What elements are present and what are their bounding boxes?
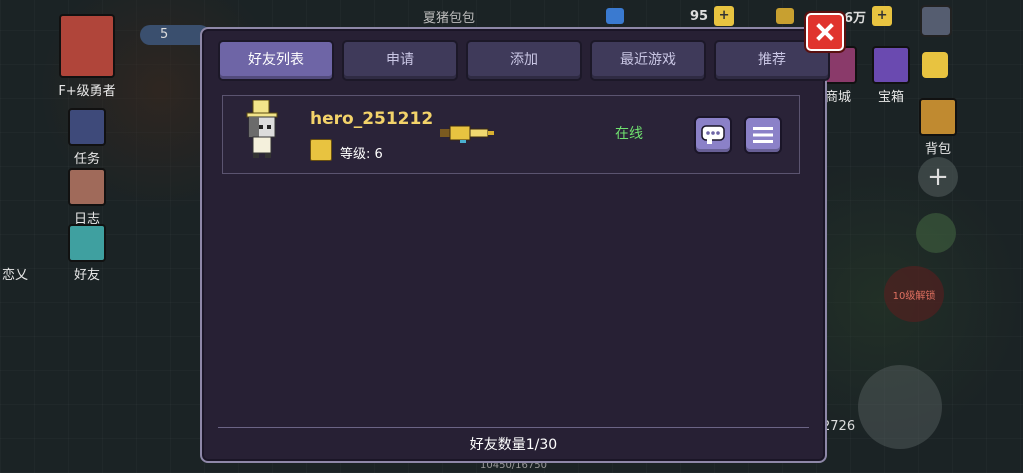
unlock-slot[interactable]: 10级解锁 xyxy=(884,266,944,322)
sidebar-label: F+级勇者 xyxy=(58,84,116,99)
sidebar-item-quest[interactable]: 任务 xyxy=(57,108,117,167)
arrow-right-icon[interactable] xyxy=(922,52,948,78)
knight-top-hat-avatar xyxy=(246,100,278,158)
sidebar-label: 商城 xyxy=(824,90,851,105)
sidebar-label: 恋乂 xyxy=(1,268,28,283)
tab-recent-games[interactable]: 最近游戏 xyxy=(590,40,706,81)
sidebar-item-hero[interactable]: F+级勇者 xyxy=(57,14,117,99)
close-icon xyxy=(816,23,834,41)
add-icon[interactable]: + xyxy=(918,157,958,197)
unlock-label: 10级解锁 xyxy=(892,290,936,302)
friends-tabs: 好友列表 申请 添加 最近游戏 推荐 xyxy=(218,40,830,81)
tab-friend-list[interactable]: 好友列表 xyxy=(218,40,334,81)
menu-icon xyxy=(753,127,773,143)
sidebar-item-romance[interactable]: 恋乂 xyxy=(0,264,45,283)
quest-icon xyxy=(68,108,106,146)
more-options-button[interactable] xyxy=(744,116,782,154)
sidebar-label: 任务 xyxy=(73,152,100,167)
sidebar-item-chest[interactable]: 宝箱 xyxy=(861,46,921,105)
settings-icon[interactable] xyxy=(920,5,952,37)
friend-count: 好友数量1/30 xyxy=(469,437,558,453)
golden-gun-icon xyxy=(440,125,494,143)
currency-gold-value: 6万 xyxy=(844,10,867,26)
plus-icon[interactable]: + xyxy=(872,6,893,26)
sidebar-item-backpack[interactable]: 背包 xyxy=(908,98,968,157)
hero-portrait-icon xyxy=(59,14,115,78)
footer-divider xyxy=(218,427,809,428)
close-button[interactable] xyxy=(806,13,844,51)
coin-icon xyxy=(776,8,794,24)
currency-gem[interactable]: 95 + xyxy=(606,6,735,26)
top-title: 夏猪包包 xyxy=(423,11,476,26)
friend-icon xyxy=(68,224,106,262)
friend-name: hero_251212 xyxy=(310,109,434,129)
plus-icon[interactable]: + xyxy=(714,6,735,26)
sidebar-item-friends[interactable]: 好友 xyxy=(57,224,117,283)
currency-gem-value: 95 xyxy=(690,8,709,24)
log-icon xyxy=(68,168,106,206)
friend-level: 等级: 6 xyxy=(340,147,383,162)
sidebar-label: 背包 xyxy=(924,142,951,157)
friends-dialog: 好友列表 申请 添加 最近游戏 推荐 hero_251212 等级: 6 在线 xyxy=(200,27,830,463)
chat-button[interactable] xyxy=(694,116,732,154)
level-trophy-icon xyxy=(310,139,332,161)
sidebar-label: 好友 xyxy=(73,268,100,283)
sidebar-item-log[interactable]: 日志 xyxy=(57,168,117,227)
gem-icon xyxy=(606,8,624,24)
attack-button[interactable] xyxy=(858,365,942,449)
tab-requests[interactable]: 申请 xyxy=(342,40,458,81)
online-status: 在线 xyxy=(615,126,643,142)
friend-list-item[interactable]: hero_251212 等级: 6 在线 xyxy=(222,95,800,174)
chat-bubble-icon xyxy=(701,125,725,144)
skill-icon[interactable] xyxy=(916,213,956,253)
sidebar-label: 宝箱 xyxy=(877,90,904,105)
tab-add[interactable]: 添加 xyxy=(466,40,582,81)
chest-icon xyxy=(872,46,910,84)
backpack-icon xyxy=(919,98,957,136)
